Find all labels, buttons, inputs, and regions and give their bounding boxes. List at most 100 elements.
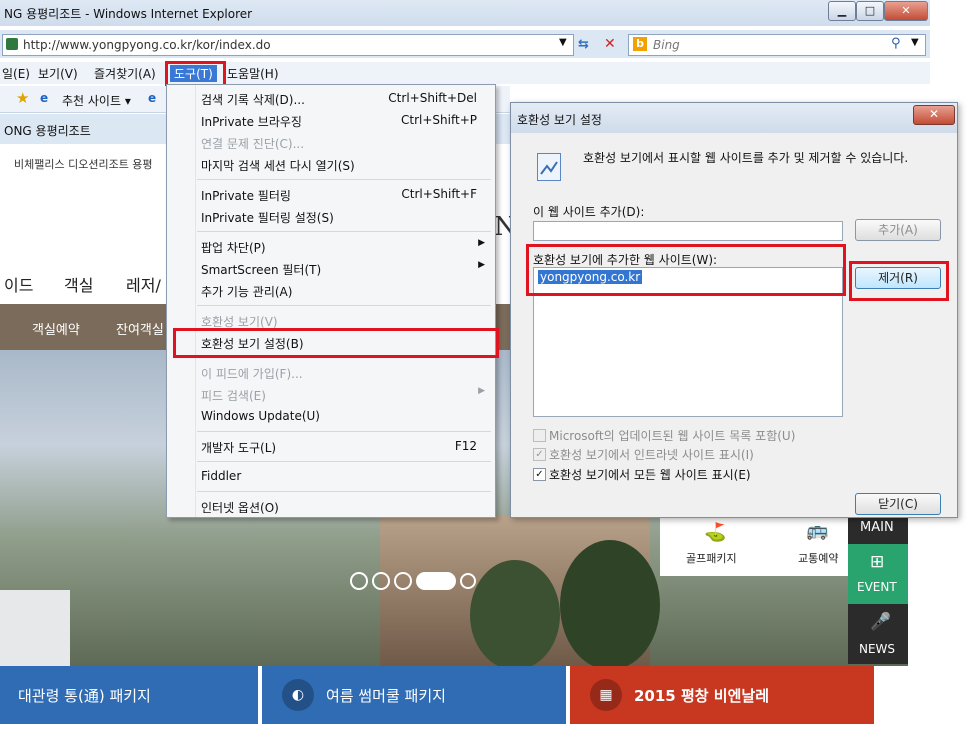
search-dropdown-icon[interactable]: ▼ [911, 37, 919, 48]
stop-icon[interactable]: ✕ [604, 36, 616, 52]
menu-item-label: 추가 기능 관리(A) [201, 285, 293, 299]
banner-biennale[interactable]: ▦ 2015 평창 비엔날레 [570, 666, 874, 724]
favorites-star-icon[interactable]: ★ [16, 89, 29, 107]
menu-separator [197, 461, 491, 462]
submenu-arrow-icon: ▶ [478, 238, 485, 248]
microphone-icon: 🎤 [870, 612, 892, 632]
menu-item-label: InPrivate 브라우징 [201, 115, 302, 129]
menu-item-label: SmartScreen 필터(T) [201, 263, 322, 277]
menu-item-label: 마지막 검색 세션 다시 열기(S) [201, 159, 355, 173]
menu-item-label: 연결 문제 진단(C)... [201, 137, 305, 151]
slider-dot-active[interactable] [416, 572, 456, 590]
menu-item-label: 이 피드에 가입(F)... [201, 367, 303, 381]
menu-favorites[interactable]: 즐겨찾기(A) [94, 65, 156, 82]
menu-internet-options[interactable]: 인터넷 옵션(O) [167, 495, 495, 517]
menu-delete-history[interactable]: 검색 기록 삭제(D)... Ctrl+Shift+Del [167, 87, 495, 109]
banner-text: 2015 평창 비엔날레 [634, 687, 769, 705]
menu-item-label: 팝업 차단(P) [201, 241, 266, 255]
menu-inprivate-filtering[interactable]: InPrivate 필터링 Ctrl+Shift+F [167, 183, 495, 205]
menu-separator [197, 305, 491, 306]
dialog-close-button[interactable]: ✕ [913, 105, 955, 125]
menu-popup-blocker[interactable]: 팝업 차단(P) ▶ [167, 235, 495, 257]
menu-item-label: InPrivate 필터링 설정(S) [201, 211, 334, 225]
dialog-title: 호환성 보기 설정 [517, 113, 602, 127]
window-title: NG 용평리조트 - Windows Internet Explorer [4, 7, 253, 21]
close-window-button[interactable]: ✕ [884, 1, 928, 21]
address-field[interactable]: http://www.yongpyong.co.kr/kor/index.do … [2, 34, 574, 56]
banner-text: 대관령 통(通) 패키지 [18, 687, 151, 705]
add-site-label: 이 웹 사이트 추가(D): [533, 205, 645, 219]
dialog-close-text-button[interactable]: 닫기(C) [855, 493, 941, 515]
checkbox[interactable]: ✓ [533, 448, 546, 461]
compat-view-icon [537, 153, 561, 181]
subnav-reservation[interactable]: 객실예약 [32, 319, 80, 338]
menu-reopen-session[interactable]: 마지막 검색 세션 다시 열기(S) [167, 153, 495, 175]
tree [560, 540, 660, 670]
menu-item-label: Windows Update(U) [201, 409, 320, 423]
address-dropdown-icon[interactable]: ▼ [559, 37, 567, 48]
tab-title[interactable]: ONG 용평리조트 [4, 122, 91, 139]
banner-package-1[interactable]: 대관령 통(通) 패키지 [0, 666, 258, 724]
goggles-icon: ◐ [282, 679, 314, 711]
menu-windows-update[interactable]: Windows Update(U) [167, 405, 495, 427]
menu-separator [197, 231, 491, 232]
compat-view-dialog: 호환성 보기 설정 ✕ 호환성 보기에서 표시할 웹 사이트를 추가 및 제거할… [510, 102, 958, 518]
menu-item-label: 인터넷 옵션(O) [201, 501, 279, 515]
dialog-description: 호환성 보기에서 표시할 웹 사이트를 추가 및 제거할 수 있습니다. [583, 151, 909, 165]
checkbox[interactable] [533, 429, 546, 442]
menu-subscribe-feed: 이 피드에 가입(F)... [167, 361, 495, 383]
quick-transport[interactable]: 교통예약 [798, 550, 838, 566]
refresh-icon[interactable]: ⇆ [578, 37, 589, 52]
add-button[interactable]: 추가(A) [855, 219, 941, 241]
search-icon[interactable]: ⚲ [891, 36, 901, 51]
ie-page-icon: e [148, 91, 157, 105]
menu-smartscreen[interactable]: SmartScreen 필터(T) ▶ [167, 257, 495, 279]
quick-golf-package[interactable]: 골프패키지 [686, 550, 737, 566]
ie-page-icon: e [40, 91, 49, 105]
menu-developer-tools[interactable]: 개발자 도구(L) F12 [167, 435, 495, 457]
menu-inprivate-settings[interactable]: InPrivate 필터링 설정(S) [167, 205, 495, 227]
menu-fiddler[interactable]: Fiddler [167, 465, 495, 487]
side-main-button[interactable]: MAIN [848, 516, 908, 544]
checkbox[interactable]: ✓ [533, 468, 546, 481]
tree [470, 560, 560, 670]
menu-item-label: Fiddler [201, 469, 242, 483]
minimize-button[interactable]: ▁ [828, 1, 856, 21]
remove-button-highlight [849, 261, 949, 301]
menu-file[interactable]: 일(E) [2, 65, 30, 82]
suggested-sites-button[interactable]: 추천 사이트 ▾ [62, 92, 131, 109]
nav-rooms[interactable]: 객실 [64, 272, 93, 296]
menu-shortcut: Ctrl+Shift+P [401, 113, 477, 127]
option-label: 호환성 보기에서 모든 웹 사이트 표시(E) [549, 468, 751, 482]
nav-leisure[interactable]: 레저/ [126, 272, 161, 296]
slider-pause-icon[interactable] [460, 573, 476, 589]
add-site-input[interactable] [533, 221, 843, 241]
subnav-vacancy[interactable]: 잔여객실 [116, 319, 164, 338]
menu-help[interactable]: 도움말(H) [227, 65, 279, 82]
option-label: Microsoft의 업데이트된 웹 사이트 목록 포함(U) [549, 429, 796, 443]
menu-item-label: InPrivate 필터링 [201, 189, 291, 203]
side-event-button[interactable]: ⊞ EVENT [848, 544, 908, 604]
nav-guide[interactable]: 이드 [4, 272, 33, 296]
menu-view[interactable]: 보기(V) [38, 65, 78, 82]
menu-shortcut: Ctrl+Shift+F [401, 187, 477, 201]
dialog-title-bar: 호환성 보기 설정 ✕ [511, 103, 957, 133]
site-top-links[interactable]: 비체팰리스 디오션리조트 용평 [14, 156, 153, 172]
menu-manage-addons[interactable]: 추가 기능 관리(A) [167, 279, 495, 301]
slider-dot[interactable] [350, 572, 368, 590]
gift-icon: ⊞ [870, 552, 885, 572]
maximize-button[interactable]: □ [856, 1, 884, 21]
search-box[interactable]: b Bing ⚲ ▼ [628, 34, 926, 56]
site-favicon-icon [6, 38, 18, 50]
bing-icon: b [633, 37, 647, 51]
banner-package-2[interactable]: ◐ 여름 썸머쿨 패키지 [262, 666, 566, 724]
slider-dot[interactable] [372, 572, 390, 590]
quick-menu: ⛳ 골프패키지 🚌 교통예약 [660, 516, 848, 576]
menu-separator [197, 431, 491, 432]
title-bar: NG 용평리조트 - Windows Internet Explorer ▁ □… [0, 0, 930, 26]
side-news-button[interactable]: 🎤 NEWS [848, 604, 908, 664]
menu-inprivate-browsing[interactable]: InPrivate 브라우징 Ctrl+Shift+P [167, 109, 495, 131]
menu-feed-discovery: 피드 검색(E) ▶ [167, 383, 495, 405]
slider-dot[interactable] [394, 572, 412, 590]
url-text[interactable]: http://www.yongpyong.co.kr/kor/index.do [23, 38, 271, 52]
